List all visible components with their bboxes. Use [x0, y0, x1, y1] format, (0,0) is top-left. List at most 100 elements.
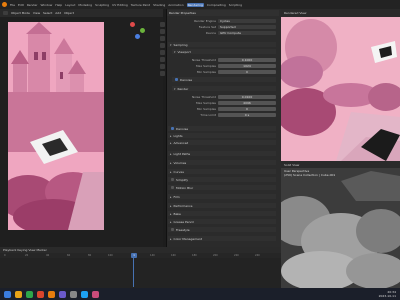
gizmo-y-axis-icon[interactable] — [140, 28, 145, 33]
render-max-samples-field[interactable]: 4096 — [218, 100, 276, 105]
right-bottom-viewport[interactable] — [281, 161, 400, 288]
blender-taskbar-icon[interactable] — [48, 290, 55, 298]
section-bake[interactable]: ▸ Bake — [168, 211, 276, 216]
frame-tick: 80 — [88, 254, 92, 257]
section-performance[interactable]: ▸ Performance — [168, 203, 276, 208]
section-simplify[interactable]: Simplify — [168, 177, 276, 182]
app-icon[interactable] — [37, 290, 44, 298]
collapse-arrow-icon: ▸ — [170, 169, 172, 174]
section-checkbox[interactable] — [171, 186, 174, 189]
menu-edit[interactable]: Edit — [18, 3, 24, 7]
section-label: Curves — [173, 169, 184, 174]
render-noise-threshold-field[interactable]: 0.0100 — [218, 94, 276, 99]
collapse-arrow-icon: ▸ — [170, 219, 172, 224]
menu-help[interactable]: Help — [55, 3, 62, 7]
workspace-tab-shading[interactable]: Shading — [153, 3, 165, 7]
section-motion-blur[interactable]: Motion Blur — [168, 185, 276, 190]
app-icon[interactable] — [70, 290, 77, 298]
render-min-samples-field[interactable]: 0 — [218, 106, 276, 111]
section-film[interactable]: ▸ Film — [168, 194, 276, 199]
grid-icon[interactable] — [160, 50, 165, 55]
section-lights[interactable]: ▸ Lights — [168, 133, 276, 138]
workspace-tab-sculpting[interactable]: Sculpting — [95, 3, 109, 7]
menu-file[interactable]: File — [10, 3, 15, 7]
viewport-max-samples-field[interactable]: 1024 — [218, 63, 276, 68]
workspace-tab-layout[interactable]: Layout — [65, 3, 75, 7]
section-checkbox[interactable] — [171, 178, 174, 181]
mode-object-mode[interactable]: Object Mode — [11, 11, 30, 15]
section-volumes[interactable]: ▸ Volumes — [168, 160, 276, 165]
timeline-menus[interactable]: Playback Keying View Marker — [3, 248, 47, 252]
top-menu-bar: File Edit Render Window Help Layout Mode… — [0, 0, 400, 9]
section-advanced[interactable]: ▸ Advanced — [168, 140, 276, 145]
device-dropdown[interactable]: GPU Compute — [218, 30, 276, 35]
file-explorer-icon[interactable] — [15, 290, 22, 298]
left-viewport-header: Object Mode View Select Add Object — [0, 9, 163, 17]
properties-header: Render Properties — [167, 10, 279, 16]
section-checkbox[interactable] — [171, 127, 174, 130]
render-engine-dropdown[interactable]: Cycles — [218, 18, 276, 23]
perspective-toggle-icon[interactable] — [160, 43, 165, 48]
menu-add[interactable]: Add — [55, 11, 61, 15]
time-limit-field[interactable]: 0 s — [218, 112, 276, 117]
menu-view[interactable]: View — [33, 11, 40, 15]
render-min-samples-row: Min Samples 0 — [172, 106, 276, 111]
workspace-tab-rendering[interactable]: Rendering — [186, 2, 204, 7]
properties-title: Render Properties — [169, 11, 196, 15]
section-light-paths[interactable]: ▸ Light Paths — [168, 151, 276, 156]
frame-tick: 100 — [108, 254, 113, 257]
system-tray-clock[interactable]: 20:34 2023-10-11 — [379, 290, 396, 298]
browser-icon[interactable] — [26, 290, 33, 298]
sampling-section-header[interactable]: ▾ Sampling — [168, 42, 276, 47]
move-icon[interactable] — [160, 64, 165, 69]
section-label: Advanced — [173, 140, 189, 145]
blender-logo-icon[interactable] — [2, 2, 7, 7]
zoom-icon[interactable] — [160, 22, 165, 27]
workspace-tab-texture-paint[interactable]: Texture Paint — [131, 3, 150, 7]
denoise-checkbox[interactable] — [175, 78, 178, 81]
section-curves[interactable]: ▸ Curves — [168, 169, 276, 174]
rotate-icon[interactable] — [160, 71, 165, 76]
collapse-arrow-icon: ▸ — [170, 140, 172, 145]
render-noise-threshold-row: Noise Threshold 0.0100 — [172, 94, 276, 99]
section-denoise[interactable]: Denoise — [168, 126, 276, 131]
pan-hand-icon[interactable] — [160, 29, 165, 34]
viewport-denoise-subsection[interactable]: Denoise — [172, 77, 276, 82]
section-label: Lights — [173, 133, 183, 138]
menu-window[interactable]: Window — [41, 3, 53, 7]
workspace-tab-scripting[interactable]: Scripting — [229, 3, 242, 7]
collapse-arrow-icon: ▸ — [170, 133, 172, 138]
workspace-tab-modeling[interactable]: Modeling — [78, 3, 92, 7]
collapse-arrow-icon: ▸ — [170, 236, 172, 241]
frame-tick: 60 — [67, 254, 71, 257]
time-limit-row: Time Limit 0 s — [172, 112, 276, 117]
app-icon[interactable] — [59, 290, 66, 298]
gizmo-z-axis-icon[interactable] — [135, 34, 140, 39]
viewport-noise-threshold-field[interactable]: 0.1000 — [218, 57, 276, 62]
gizmo-x-axis-icon[interactable] — [130, 22, 135, 27]
workspace-tab-animation[interactable]: Animation — [168, 3, 183, 7]
viewport-mode-label[interactable]: Rendered View — [284, 11, 306, 15]
render-subsection-header[interactable]: ▾ Render — [172, 86, 276, 91]
section-color-management[interactable]: ▸ Color Management — [168, 236, 276, 241]
viewport-subsection-header[interactable]: ▾ Viewport — [172, 49, 276, 54]
camera-render-frame — [8, 22, 104, 230]
camera-view-icon[interactable] — [160, 36, 165, 41]
start-menu-icon[interactable] — [4, 290, 11, 298]
app-icon[interactable] — [92, 290, 99, 298]
section-checkbox[interactable] — [171, 228, 174, 231]
workspace-tab-uv-editing[interactable]: UV Editing — [112, 3, 128, 7]
section-freestyle[interactable]: Freestyle — [168, 227, 276, 232]
menu-render[interactable]: Render — [27, 3, 38, 7]
viewport-mode-label[interactable]: Solid View — [284, 163, 299, 167]
menu-select[interactable]: Select — [43, 11, 52, 15]
workspace-tab-compositing[interactable]: Compositing — [207, 3, 226, 7]
feature-set-dropdown[interactable]: Supported — [218, 24, 276, 29]
menu-object[interactable]: Object — [64, 11, 74, 15]
cursor-icon[interactable] — [160, 57, 165, 62]
section-grease-pencil[interactable]: ▸ Grease Pencil — [168, 219, 276, 224]
timeline-playhead[interactable]: 1 — [131, 253, 137, 258]
viewport-min-samples-field[interactable]: 0 — [218, 69, 276, 74]
app-icon[interactable] — [81, 290, 88, 298]
editor-type-icon[interactable] — [3, 11, 8, 15]
